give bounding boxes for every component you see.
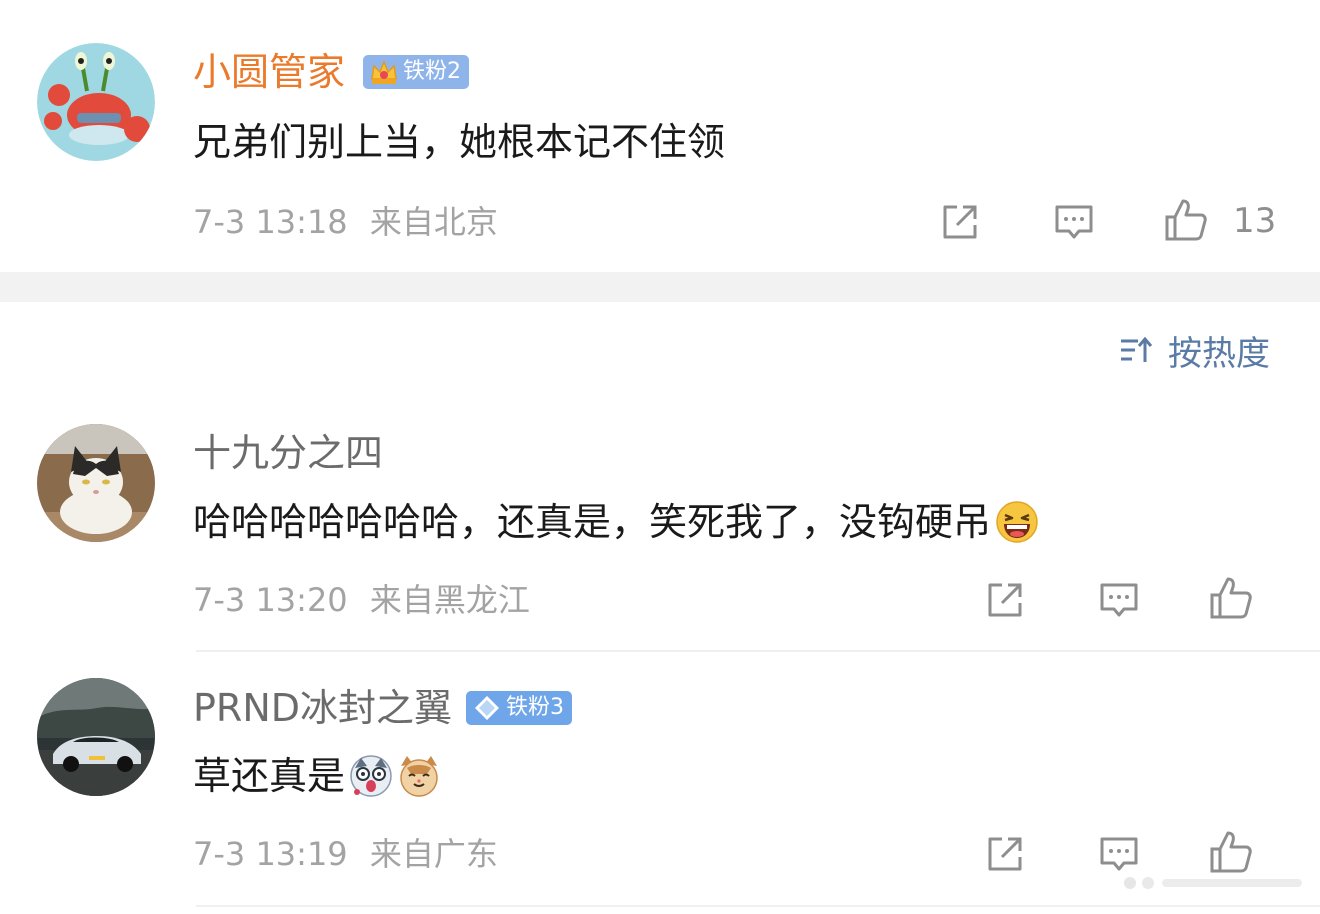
divider — [196, 650, 1320, 652]
watermark-graphic — [1118, 874, 1314, 892]
avatar[interactable] — [37, 43, 155, 161]
comment-date: 7-3 13:18 — [193, 203, 348, 241]
divider — [196, 905, 1320, 907]
reply-button[interactable] — [1096, 577, 1142, 623]
comment-date: 7-3 13:20 — [193, 581, 348, 619]
thumbs-up-icon — [1210, 577, 1252, 619]
crab-cartoon-avatar-icon — [37, 43, 155, 161]
section-gap — [0, 272, 1320, 302]
like-button[interactable] — [1163, 197, 1209, 243]
comment-date: 7-3 13:19 — [193, 835, 348, 873]
username-row: 小圆管家 铁粉2 — [193, 49, 470, 95]
comment-location: 来自广东 — [369, 835, 498, 873]
diamond-icon — [472, 693, 502, 723]
share-button[interactable] — [982, 577, 1028, 623]
comment-text-content: 兄弟们别上当，她根本记不住领 — [193, 120, 726, 164]
share-icon — [943, 205, 977, 239]
comment-meta: 7-3 13:20 来自黑龙江 — [193, 580, 530, 620]
comment-location: 来自黑龙江 — [369, 581, 530, 619]
comment-meta: 7-3 13:19 来自广东 — [193, 834, 498, 874]
sort-icon — [1118, 332, 1154, 368]
shocked-dog-emoji-icon — [349, 754, 393, 798]
username[interactable]: 十九分之四 — [193, 430, 383, 476]
comment-meta: 7-3 13:18 来自北京 — [193, 202, 498, 242]
comment-text-content: 草还真是 — [193, 754, 346, 798]
comment-text: 草还真是 — [193, 751, 441, 801]
fan-badge-label: 铁粉2 — [403, 59, 462, 84]
share-icon — [988, 583, 1022, 617]
fan-badge-label: 铁粉3 — [506, 695, 565, 720]
like-button[interactable] — [1208, 575, 1254, 621]
reply-button[interactable] — [1051, 199, 1097, 245]
comment-location: 来自北京 — [369, 203, 498, 241]
sort-toggle[interactable]: 按热度 — [1118, 328, 1270, 374]
username[interactable]: PRND冰封之翼 — [193, 685, 452, 731]
sort-label: 按热度 — [1168, 333, 1270, 374]
avatar[interactable] — [37, 424, 155, 542]
thumbs-up-icon — [1165, 199, 1207, 241]
avatar[interactable] — [37, 678, 155, 796]
username-row: PRND冰封之翼 铁粉3 — [193, 685, 573, 731]
comment-icon — [1100, 583, 1138, 617]
share-button[interactable] — [982, 831, 1028, 877]
fan-badge[interactable]: 铁粉2 — [363, 55, 470, 89]
crown-icon — [369, 57, 399, 87]
fan-badge[interactable]: 铁粉3 — [466, 691, 573, 725]
car-photo-avatar-icon — [37, 678, 155, 796]
share-icon — [988, 837, 1022, 871]
comment-text: 兄弟们别上当，她根本记不住领 — [193, 117, 725, 167]
comment-text: 哈哈哈哈哈哈哈，还真是，笑死我了，没钩硬吊 — [193, 497, 1039, 547]
like-count: 13 — [1233, 201, 1277, 241]
cat-photo-avatar-icon — [37, 424, 155, 542]
cat-face-emoji-icon — [397, 754, 441, 798]
username-row: 十九分之四 — [193, 430, 383, 476]
laughing-emoji-icon — [995, 500, 1039, 544]
top-comment-card: 小圆管家 铁粉2 兄弟们别上当，她根本记不住领 7-3 13:18 来自北京 1… — [0, 0, 1320, 272]
share-button[interactable] — [937, 199, 983, 245]
comment-icon — [1055, 205, 1093, 239]
username[interactable]: 小圆管家 — [193, 49, 345, 95]
comment-text-content: 哈哈哈哈哈哈哈，还真是，笑死我了，没钩硬吊 — [193, 500, 992, 544]
